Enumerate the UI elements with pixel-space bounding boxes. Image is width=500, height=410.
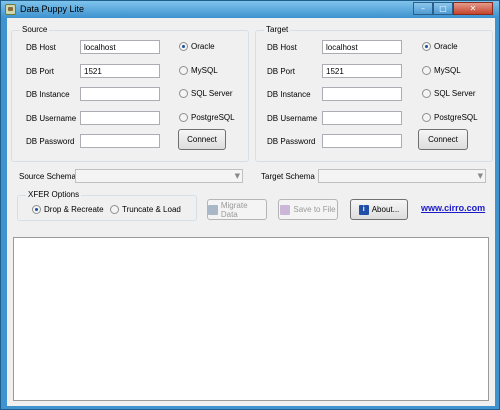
save-file-icon	[280, 204, 291, 215]
window-title: Data Puppy Lite	[20, 4, 85, 14]
source-group-title: Source	[20, 25, 50, 34]
target-radio-oracle[interactable]: Oracle	[422, 42, 458, 51]
target-port-input[interactable]: 1521	[322, 64, 402, 78]
xfer-radio-drop-recreate[interactable]: Drop & Recreate	[32, 205, 104, 214]
about-button[interactable]: i About...	[350, 199, 408, 220]
radio-indicator	[422, 66, 431, 75]
source-password-input[interactable]	[80, 134, 160, 148]
source-radio-oracle-label: Oracle	[191, 42, 215, 51]
target-radio-postgresql-label: PostgreSQL	[434, 113, 478, 122]
target-password-input[interactable]	[322, 134, 402, 148]
source-radio-postgresql[interactable]: PostgreSQL	[179, 113, 235, 122]
source-radio-mysql[interactable]: MySQL	[179, 66, 218, 75]
source-username-label: DB Username	[26, 114, 77, 123]
source-instance-label: DB Instance	[26, 90, 70, 99]
source-host-input[interactable]: localhost	[80, 40, 160, 54]
target-group-title: Target	[264, 25, 291, 34]
info-icon: i	[358, 204, 369, 215]
migrate-data-label: Migrate Data	[220, 200, 248, 219]
radio-selected-indicator	[179, 42, 188, 51]
minimize-button[interactable]: –	[413, 2, 433, 15]
source-radio-mysql-label: MySQL	[191, 66, 218, 75]
target-radio-mysql[interactable]: MySQL	[422, 66, 461, 75]
target-host-label: DB Host	[267, 43, 297, 52]
app-window: Data Puppy Lite – □ ✕ Source DB Host loc…	[0, 0, 500, 410]
source-radio-postgresql-label: PostgreSQL	[191, 113, 235, 122]
client-area: Source DB Host localhost DB Port 1521 DB…	[7, 18, 495, 406]
radio-selected-indicator	[422, 42, 431, 51]
output-log-area[interactable]	[13, 237, 489, 401]
target-host-input[interactable]: localhost	[322, 40, 402, 54]
source-username-input[interactable]	[80, 111, 160, 125]
target-radio-oracle-label: Oracle	[434, 42, 458, 51]
radio-indicator	[110, 205, 119, 214]
xfer-options-title: XFER Options	[26, 190, 82, 199]
radio-indicator	[179, 89, 188, 98]
source-schema-label: Source Schema	[19, 172, 76, 181]
target-radio-sqlserver-label: SQL Server	[434, 89, 476, 98]
source-connect-button[interactable]: Connect	[178, 129, 226, 150]
save-to-file-label: Save to File	[293, 205, 336, 214]
cirro-website-link[interactable]: www.cirro.com	[421, 203, 485, 213]
source-port-input[interactable]: 1521	[80, 64, 160, 78]
xfer-radio-truncate-load-label: Truncate & Load	[122, 205, 181, 214]
save-to-file-button: Save to File	[278, 199, 338, 220]
radio-selected-indicator	[32, 205, 41, 214]
source-radio-sqlserver-label: SQL Server	[191, 89, 233, 98]
chevron-down-icon: ▼	[477, 172, 483, 180]
radio-indicator	[179, 66, 188, 75]
source-group: Source DB Host localhost DB Port 1521 DB…	[11, 25, 249, 162]
close-button[interactable]: ✕	[453, 2, 493, 15]
maximize-button[interactable]: □	[433, 2, 453, 15]
target-radio-sqlserver[interactable]: SQL Server	[422, 89, 476, 98]
migrate-data-button: Migrate Data	[207, 199, 267, 220]
target-schema-dropdown[interactable]: ▼	[318, 169, 486, 183]
target-instance-label: DB Instance	[267, 90, 311, 99]
radio-indicator	[422, 89, 431, 98]
source-radio-oracle[interactable]: Oracle	[179, 42, 215, 51]
window-controls: – □ ✕	[413, 2, 493, 15]
target-radio-mysql-label: MySQL	[434, 66, 461, 75]
database-icon	[208, 204, 218, 215]
radio-indicator	[179, 113, 188, 122]
target-instance-input[interactable]	[322, 87, 402, 101]
about-label: About...	[371, 205, 400, 214]
source-password-label: DB Password	[26, 137, 75, 146]
radio-indicator	[422, 113, 431, 122]
source-host-label: DB Host	[26, 43, 56, 52]
target-username-label: DB Username	[267, 114, 318, 123]
target-schema-label: Target Schema	[261, 172, 315, 181]
source-instance-input[interactable]	[80, 87, 160, 101]
xfer-radio-truncate-load[interactable]: Truncate & Load	[110, 205, 181, 214]
target-radio-postgresql[interactable]: PostgreSQL	[422, 113, 478, 122]
app-icon	[5, 4, 16, 15]
target-username-input[interactable]	[322, 111, 402, 125]
xfer-radio-drop-recreate-label: Drop & Recreate	[44, 205, 104, 214]
source-schema-dropdown[interactable]: ▼	[75, 169, 243, 183]
target-port-label: DB Port	[267, 67, 296, 76]
source-radio-sqlserver[interactable]: SQL Server	[179, 89, 233, 98]
chevron-down-icon: ▼	[234, 172, 240, 180]
target-password-label: DB Password	[267, 137, 316, 146]
title-bar[interactable]: Data Puppy Lite – □ ✕	[1, 1, 499, 18]
target-connect-button[interactable]: Connect	[418, 129, 468, 150]
target-group: Target DB Host localhost DB Port 1521 DB…	[255, 25, 493, 162]
xfer-options-group: XFER Options Drop & Recreate Truncate & …	[17, 190, 197, 221]
source-port-label: DB Port	[26, 67, 55, 76]
